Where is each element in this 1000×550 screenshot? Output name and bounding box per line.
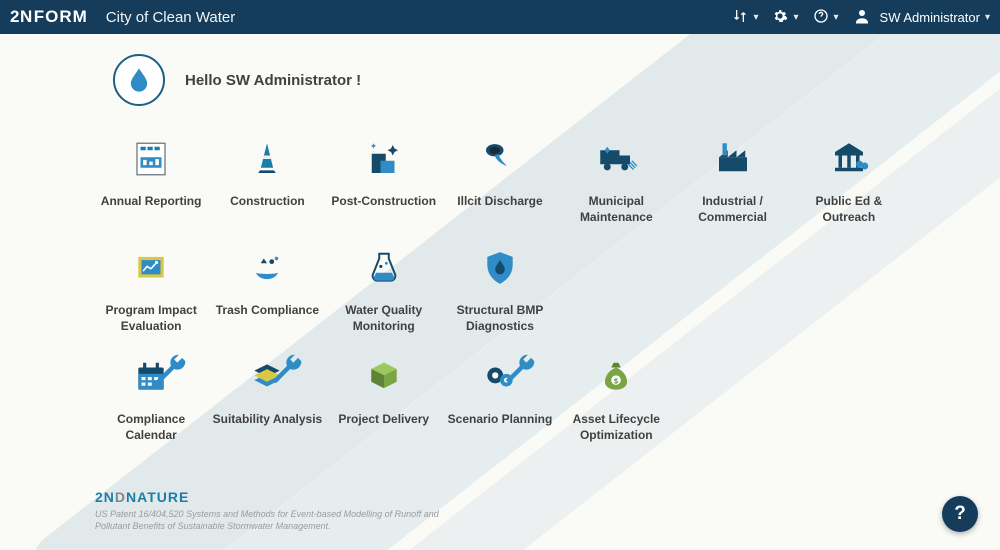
module-project-delivery[interactable]: Project Delivery [328,356,440,443]
footer-brand: 2NDNATURE [95,489,445,505]
module-label: Asset Lifecycle Optimization [561,412,671,443]
module-label: Illcit Discharge [457,194,542,210]
module-structural-bmp-diagnostics[interactable]: Structural BMP Diagnostics [444,247,556,334]
module-construction[interactable]: Construction [211,138,323,225]
patent-text: US Patent 16/404,520 Systems and Methods… [95,508,445,532]
report-icon [128,138,174,185]
module-asset-lifecycle-optimization[interactable]: $ Asset Lifecycle Optimization [560,356,672,443]
module-post-construction[interactable]: Post-Construction [328,138,440,225]
module-trash-compliance[interactable]: Trash Compliance [211,247,323,334]
app-header: 2NFORM City of Clean Water ▾ ▾ ▾ SW Admi… [0,0,1000,34]
user-menu[interactable]: SW Administrator ▾ [853,7,990,28]
footer-brand-prefix: 2N [95,489,115,505]
brand-prefix: 2N [10,7,33,27]
module-label: Industrial / Commercial [678,194,788,225]
chevron-down-icon: ▾ [793,12,798,23]
module-municipal-maintenance[interactable]: Municipal Maintenance [560,138,672,225]
wrench-badge-icon [500,350,540,393]
package-icon [364,358,404,401]
pipe-discharge-icon [477,138,523,185]
wrench-badge-icon [267,350,307,393]
module-label: Structural BMP Diagnostics [445,303,555,334]
sort-menu[interactable]: ▾ [732,8,758,27]
help-icon [813,8,829,27]
wrench-badge-icon [151,350,191,393]
user-icon [853,7,871,28]
water-drop-badge-icon [113,54,165,106]
help-menu[interactable]: ▾ [813,8,839,27]
module-label: Water Quality Monitoring [329,303,439,334]
institution-people-icon [826,138,872,185]
module-public-ed-outreach[interactable]: Public Ed & Outreach [793,138,905,225]
help-bubble-label: ? [954,503,966,525]
chart-card-icon [131,249,171,292]
trash-icon [247,249,287,292]
module-label: Public Ed & Outreach [794,194,904,225]
factory-icon [710,138,756,185]
module-label: Scenario Planning [448,412,553,428]
flask-icon [364,249,404,292]
module-compliance-calendar[interactable]: Compliance Calendar [95,356,207,443]
traffic-cone-icon [244,138,290,185]
module-label: Program Impact Evaluation [96,303,206,334]
sort-icon [732,8,748,27]
module-label: Trash Compliance [216,303,319,319]
module-label: Suitability Analysis [213,412,323,428]
greeting-text: Hello SW Administrator ! [185,72,361,89]
user-name-label: SW Administrator [880,10,980,25]
module-program-impact-evaluation[interactable]: Program Impact Evaluation [95,247,207,334]
module-label: Annual Reporting [101,194,202,210]
greeting-row: Hello SW Administrator ! [95,54,905,106]
money-bag-icon: $ [596,358,636,401]
module-grid: Annual Reporting Construction Post-Const… [95,138,905,444]
chevron-down-icon: ▾ [753,12,758,23]
module-label: Municipal Maintenance [561,194,671,225]
footer-brand-suffix: NATURE [126,489,189,505]
module-label: Construction [230,194,305,210]
footer: 2NDNATURE US Patent 16/404,520 Systems a… [95,489,445,532]
module-suitability-analysis[interactable]: Suitability Analysis [211,356,323,443]
shield-drop-icon [480,249,520,292]
module-water-quality-monitoring[interactable]: Water Quality Monitoring [328,247,440,334]
module-label: Project Delivery [338,412,429,428]
module-illicit-discharge[interactable]: Illcit Discharge [444,138,556,225]
svg-text:$: $ [614,377,618,385]
main-content: Hello SW Administrator ! Annual Reportin… [0,34,1000,550]
sweeper-truck-icon [593,138,639,185]
settings-menu[interactable]: ▾ [772,8,798,27]
city-title: City of Clean Water [106,9,236,26]
help-bubble-button[interactable]: ? [942,496,978,532]
building-sparkle-icon [361,138,407,185]
gear-icon [772,8,788,27]
footer-brand-mid: D [115,489,126,505]
brand-suffix: FORM [34,7,88,27]
brand-logo: 2NFORM [10,7,88,27]
module-scenario-planning[interactable]: Scenario Planning [444,356,556,443]
module-label: Post-Construction [331,194,436,210]
chevron-down-icon: ▾ [834,12,839,23]
module-annual-reporting[interactable]: Annual Reporting [95,138,207,225]
module-label: Compliance Calendar [96,412,206,443]
module-industrial-commercial[interactable]: Industrial / Commercial [676,138,788,225]
chevron-down-icon: ▾ [985,12,990,23]
